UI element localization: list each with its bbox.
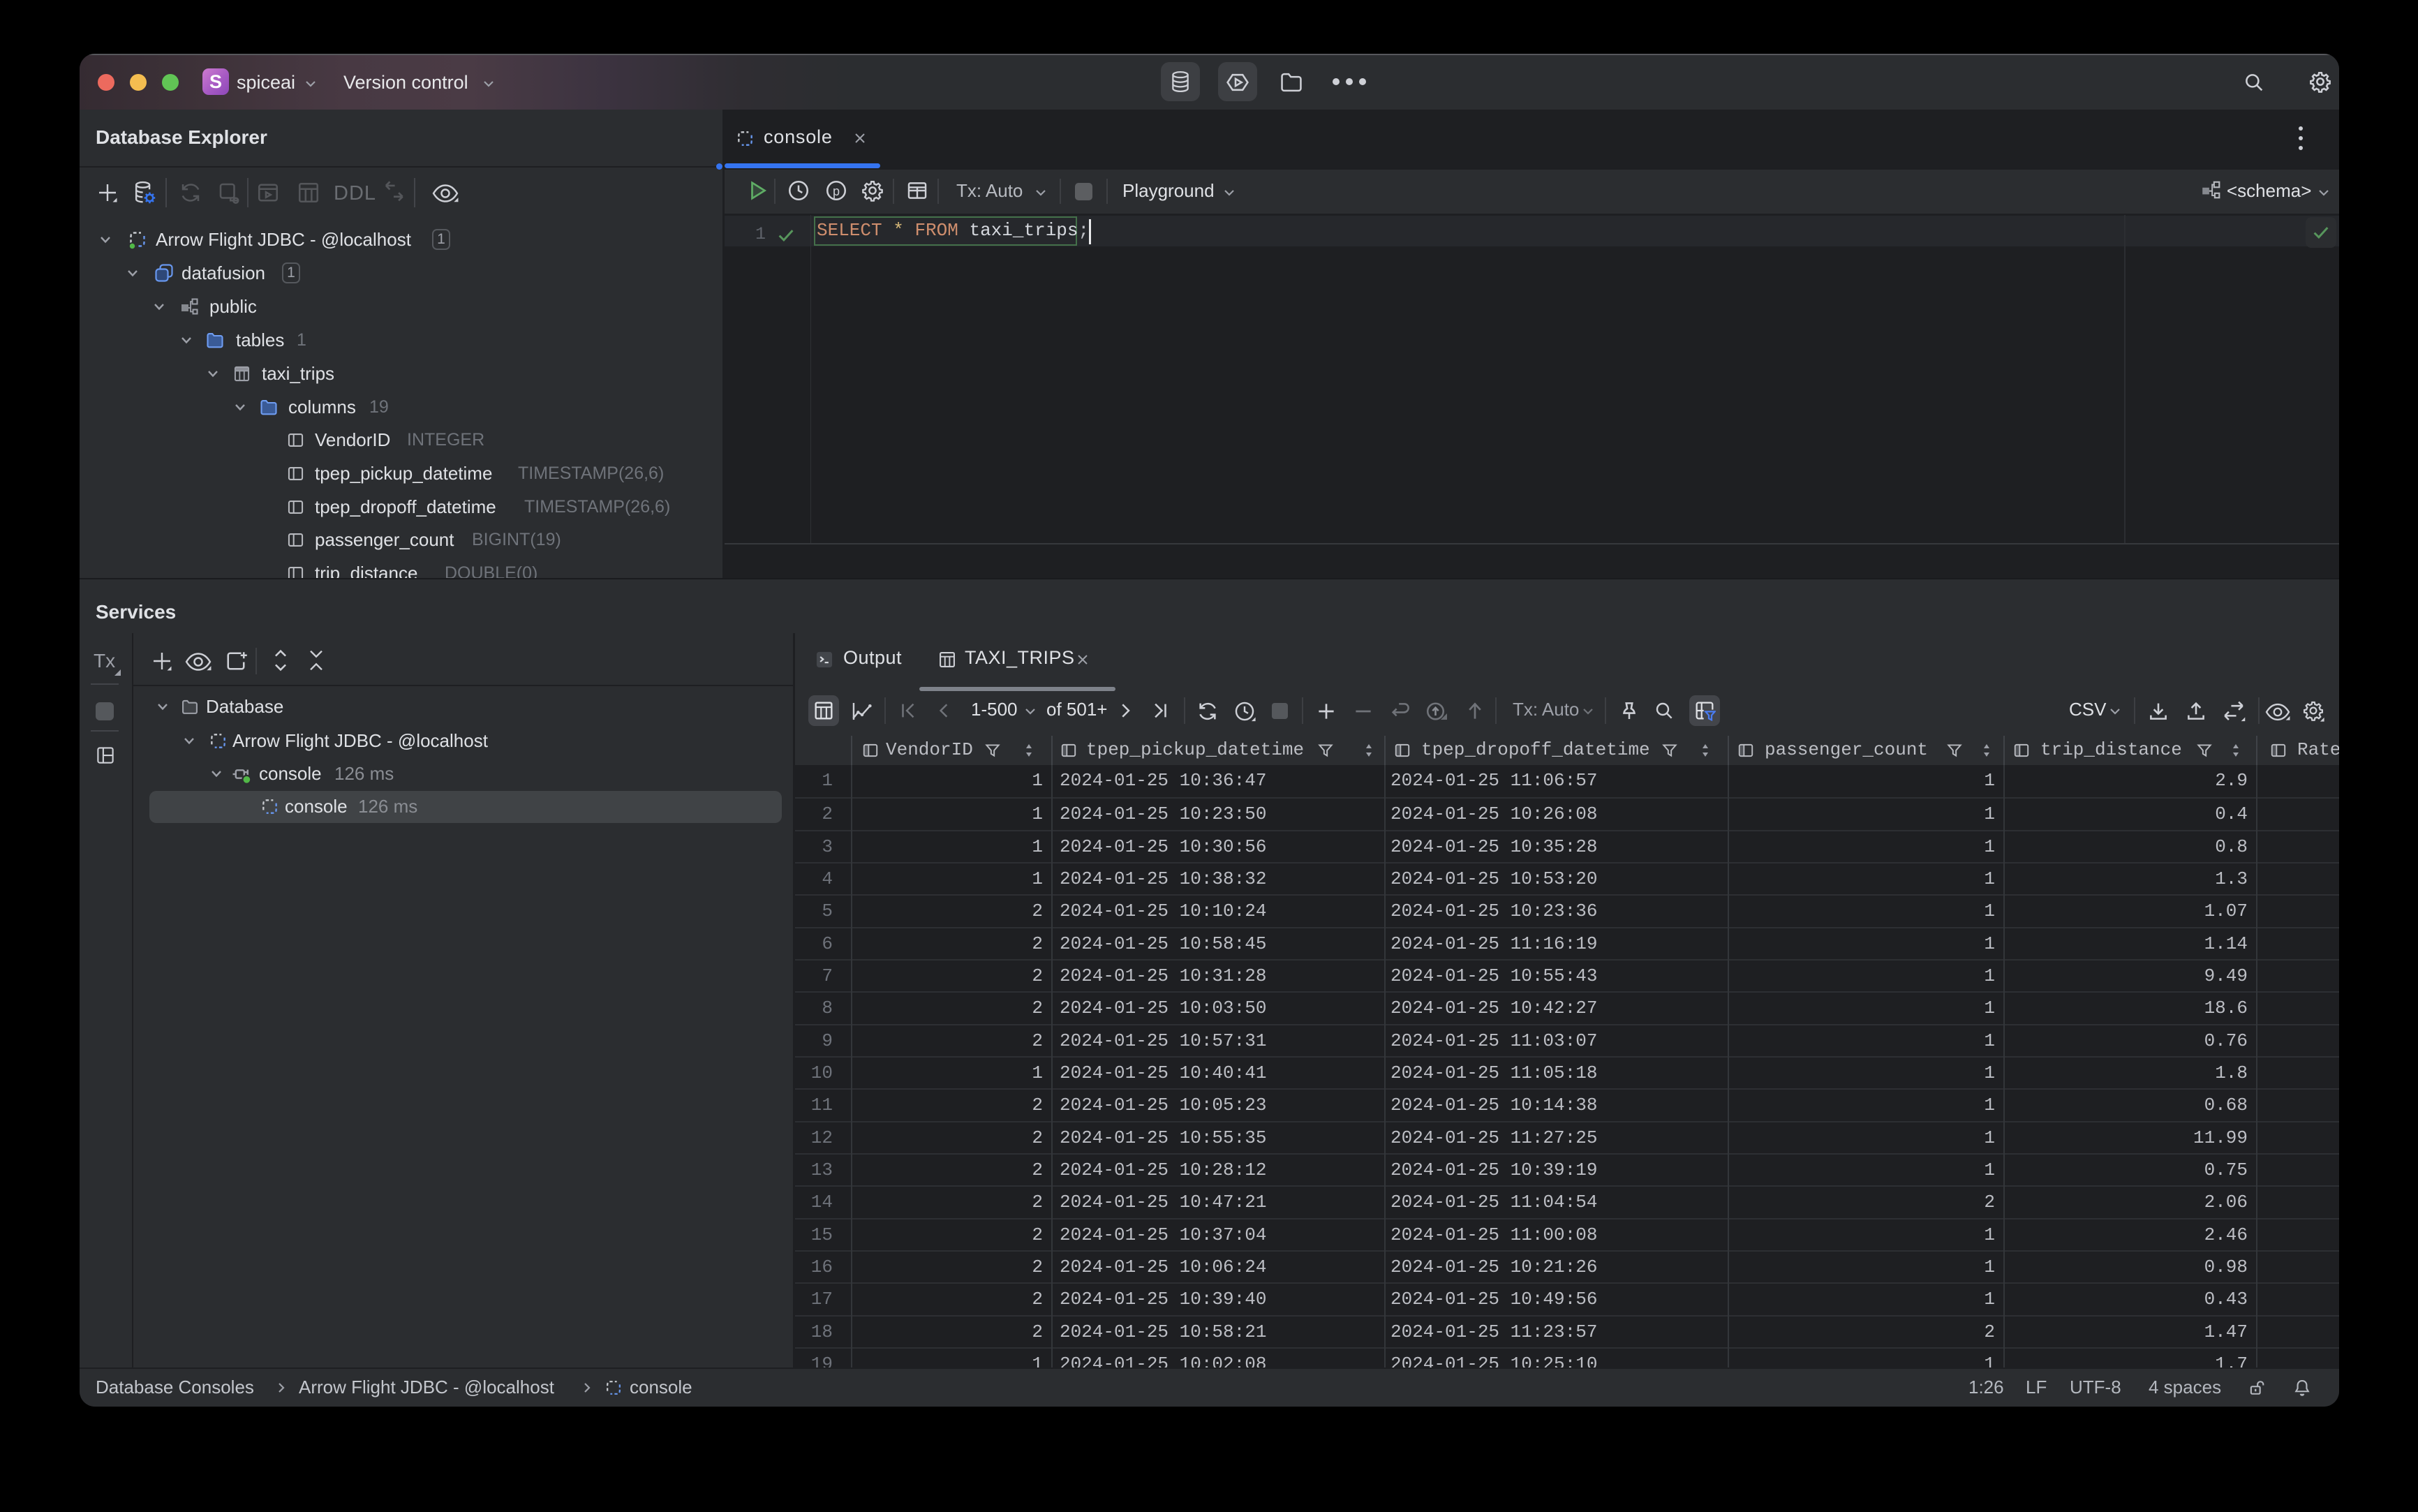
svg-text:p: p xyxy=(833,184,840,198)
